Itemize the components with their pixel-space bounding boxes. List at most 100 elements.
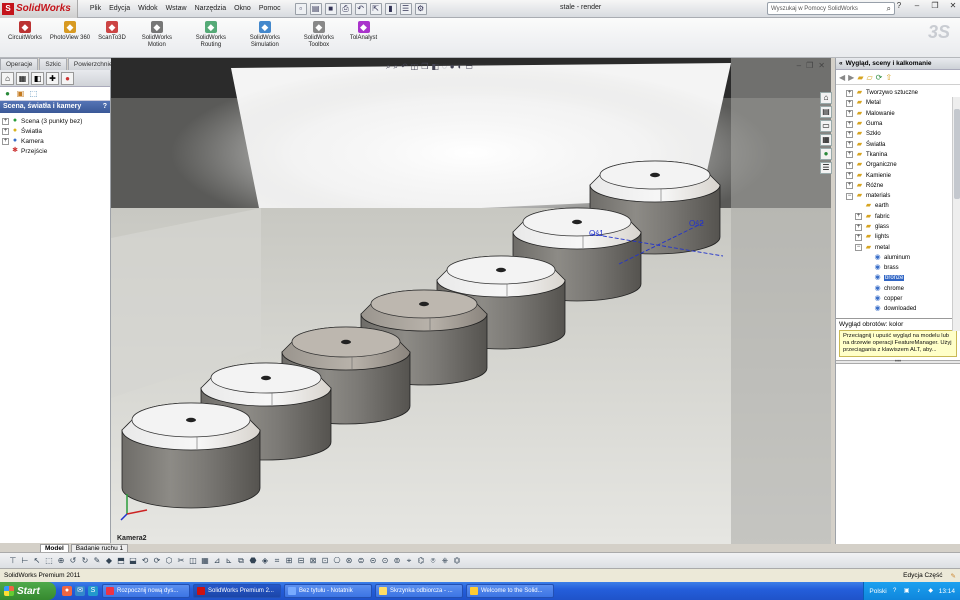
expand-toggle-icon[interactable]: +	[846, 89, 853, 97]
bottom-tool-icon-18[interactable]: ⊾	[224, 556, 234, 565]
file-properties-icon[interactable]: ☰	[399, 2, 412, 15]
scene-tree-item[interactable]: + ● Światła	[2, 126, 108, 136]
view-palette-icon[interactable]: ▦	[820, 134, 832, 146]
bottom-tool-icon-34[interactable]: ⌬	[416, 556, 426, 565]
section-view-icon[interactable]: ◫	[411, 62, 419, 72]
expand-toggle-icon[interactable]: +	[855, 213, 862, 221]
minimize-icon[interactable]: –	[910, 1, 924, 10]
tray-shield-icon[interactable]: ◆	[927, 587, 935, 595]
menu-view[interactable]: Widok	[134, 5, 161, 12]
axis-1-label[interactable]: Oś1	[589, 229, 604, 238]
bottom-tool-icon-29[interactable]: ⊜	[356, 556, 366, 565]
expand-toggle-icon[interactable]: +	[2, 137, 9, 145]
ribbon-button-2[interactable]: ◆ ScanTo3D	[94, 18, 130, 57]
bottom-tool-icon-3[interactable]: ⬚	[44, 556, 54, 565]
bottom-tool-icon-17[interactable]: ⊿	[212, 556, 222, 565]
bottom-tool-icon-15[interactable]: ◫	[188, 556, 198, 565]
taskbar-window-button[interactable]: Welcome to the Solid...	[466, 584, 554, 598]
apply-scene-icon[interactable]: ◐	[458, 62, 463, 72]
viewport-restore-icon[interactable]: ❐	[806, 61, 813, 70]
taskbar-window-button[interactable]: Rozpocznij nową dys...	[102, 584, 190, 598]
bottom-tool-icon-7[interactable]: ✎	[92, 556, 102, 565]
bottom-tool-icon-4[interactable]: ⊕	[56, 556, 66, 565]
menu-tools[interactable]: Narzędzia	[191, 5, 231, 12]
expand-toggle-icon[interactable]: +	[855, 223, 862, 231]
appearance-tree-item[interactable]: + ▰ Organiczne	[846, 160, 960, 170]
tray-volume-icon[interactable]: ♪	[915, 587, 923, 595]
file-explorer-icon[interactable]: ▭	[820, 120, 832, 132]
ribbon-button-0[interactable]: ◆ CircuitWorks	[4, 18, 46, 57]
back-icon[interactable]: ◀	[839, 73, 845, 82]
up-level-icon[interactable]: ⇧	[885, 73, 892, 82]
menu-window[interactable]: Okno	[230, 5, 255, 12]
appearance-tree-item[interactable]: ▰ earth	[846, 201, 960, 211]
collapse-chevron-icon[interactable]: «	[839, 60, 843, 67]
print-icon[interactable]: ⎙	[339, 2, 352, 15]
bottom-tool-icon-6[interactable]: ↻	[80, 556, 90, 565]
bottom-tool-icon-16[interactable]: ▦	[200, 556, 210, 565]
expand-toggle-icon[interactable]: +	[846, 99, 853, 107]
bottom-tool-icon-21[interactable]: ◈	[260, 556, 270, 565]
bottom-tool-icon-35[interactable]: ⍟	[428, 556, 438, 566]
taskbar-window-button[interactable]: Bez tytułu - Notatnik	[284, 584, 372, 598]
hide-show-items-icon[interactable]: ◌	[442, 62, 447, 72]
bottom-tool-icon-37[interactable]: ⏣	[452, 556, 462, 565]
scrollbar-thumb[interactable]	[954, 109, 960, 199]
ribbon-button-7[interactable]: ◆ TolAnalyst	[346, 18, 381, 57]
decals-icon[interactable]: ▣	[15, 88, 26, 99]
bottom-tool-icon-30[interactable]: ⊝	[368, 556, 378, 565]
appearance-tree-item[interactable]: ◉ aluminum	[846, 253, 960, 263]
expand-toggle-icon[interactable]: +	[2, 117, 9, 125]
outlook-icon[interactable]: ✉	[75, 586, 85, 596]
tray-network-icon[interactable]: ▣	[903, 587, 911, 595]
bottom-tool-icon-8[interactable]: ◆	[104, 556, 114, 565]
ribbon-button-4[interactable]: ◆ SolidWorks Routing	[184, 18, 238, 57]
appearance-tree-item[interactable]: + ▰ Tworzywo sztuczne	[846, 88, 960, 98]
expand-toggle-icon[interactable]: −	[855, 244, 862, 252]
expand-toggle-icon[interactable]: +	[846, 182, 853, 190]
resources-home-icon[interactable]: ⌂	[820, 92, 832, 104]
options-icon[interactable]: ⚙	[414, 2, 427, 15]
scene-tree-item[interactable]: + ● Kamera	[2, 136, 108, 146]
expand-toggle-icon[interactable]: +	[846, 172, 853, 180]
previous-view-icon[interactable]: ↶	[401, 62, 408, 72]
featuremanager-icon[interactable]: ⌂	[1, 71, 14, 85]
taskbar-window-button[interactable]: SolidWorks Premium 2...	[193, 584, 281, 598]
appearance-tree-item[interactable]: + ▰ Światła	[846, 139, 960, 149]
appearance-tree-item[interactable]: + ▰ Szkło	[846, 129, 960, 139]
bottom-tool-icon-19[interactable]: ⧉	[236, 556, 246, 566]
tray-help-icon[interactable]: ?	[891, 587, 899, 595]
appearances-scenes-icon[interactable]: ●	[820, 148, 832, 160]
tab-0[interactable]: Operacje	[0, 58, 39, 70]
appearance-tree-item[interactable]: + ▰ glass	[846, 222, 960, 232]
taskbar-window-button[interactable]: Skrzynka odbiorcza - ...	[375, 584, 463, 598]
render-scene[interactable]: Oś1 Oś2	[111, 58, 831, 544]
design-library-icon[interactable]: ▤	[820, 106, 832, 118]
custom-properties-icon[interactable]: ☰	[820, 162, 832, 174]
bottom-tool-icon-14[interactable]: ✂	[176, 556, 186, 565]
expand-toggle-icon[interactable]: +	[846, 110, 853, 118]
bottom-tool-icon-28[interactable]: ⊛	[344, 556, 354, 565]
scene-icon[interactable]: ⬚	[28, 88, 39, 99]
bottom-tool-icon-0[interactable]: ⊤	[8, 556, 18, 565]
displaymanager-icon[interactable]: ●	[61, 71, 74, 85]
bottom-tool-icon-9[interactable]: ⬒	[116, 556, 126, 565]
appearance-tree-item[interactable]: + ▰ Różne	[846, 181, 960, 191]
bottom-tool-icon-33[interactable]: ⌖	[404, 556, 414, 566]
ribbon-button-6[interactable]: ◆ SolidWorks Toolbox	[292, 18, 346, 57]
menu-edit[interactable]: Edycja	[105, 5, 134, 12]
axis-2-label[interactable]: Oś2	[689, 219, 704, 228]
solidworks-logo[interactable]: S SolidWorks	[0, 0, 78, 18]
view-settings-icon[interactable]: ▭	[465, 62, 473, 72]
appearance-tree-item[interactable]: ◉ chrome	[846, 284, 960, 294]
expand-toggle-icon[interactable]: +	[846, 120, 853, 128]
expand-toggle-icon[interactable]: +	[855, 233, 862, 241]
skype-icon[interactable]: S	[88, 586, 98, 596]
appearance-tree-item[interactable]: + ▰ fabric	[846, 212, 960, 222]
edit-appearance-icon[interactable]: ●	[450, 62, 455, 72]
appearance-tree-item[interactable]: + ▰ Malowanie	[846, 109, 960, 119]
ribbon-button-5[interactable]: ◆ SolidWorks Simulation	[238, 18, 292, 57]
appearances-scrollbar[interactable]	[952, 97, 960, 331]
close-icon[interactable]: ✕	[946, 1, 960, 10]
select-icon[interactable]: ⇱	[369, 2, 382, 15]
